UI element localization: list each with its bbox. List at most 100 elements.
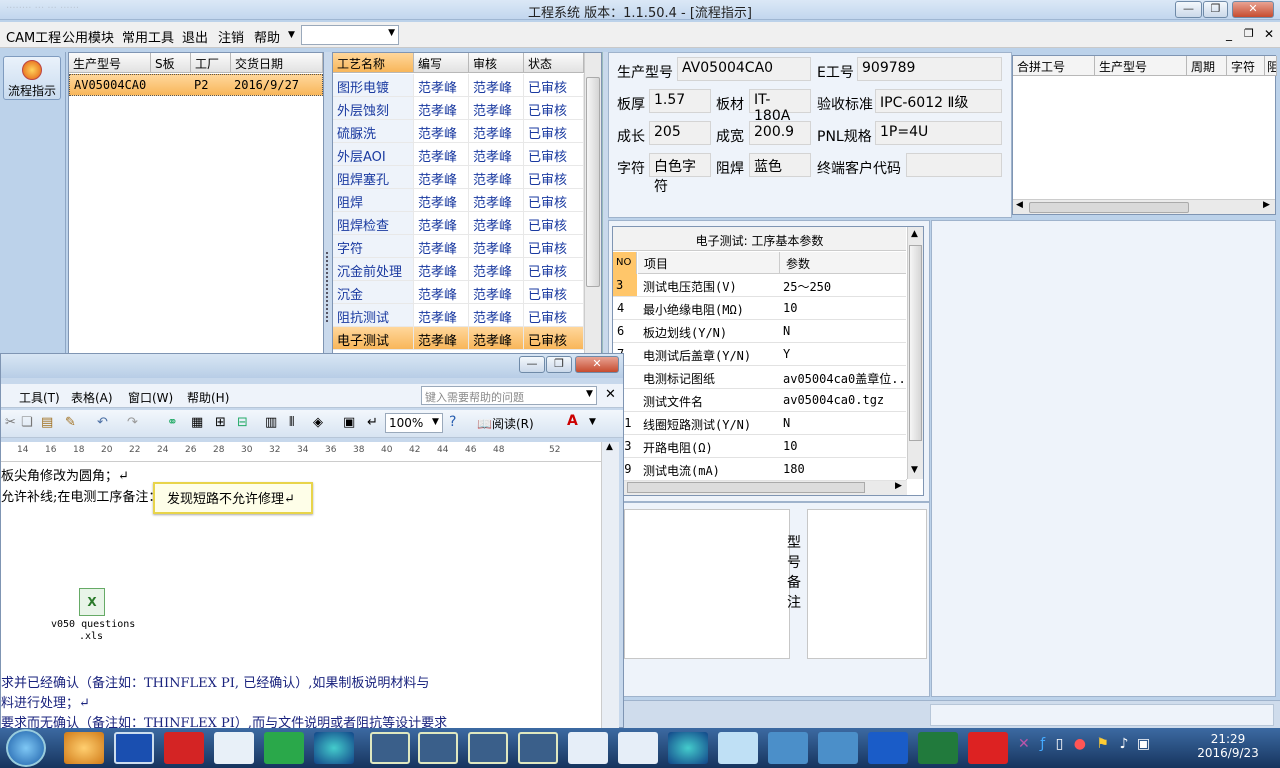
pnl-field[interactable]: 1P=4U [875, 121, 1002, 145]
process-cell-reviewer[interactable]: 范孝峰 [469, 281, 524, 304]
process-cell-writer[interactable]: 范孝峰 [414, 235, 469, 258]
menu-combo[interactable]: ▼ [301, 25, 399, 45]
volume-icon[interactable]: ♪ [1119, 736, 1128, 752]
restore-button[interactable]: ❐ [1203, 1, 1228, 18]
word-vscrollbar[interactable]: ▲ [601, 442, 619, 729]
p-app-icon[interactable] [264, 732, 304, 764]
tray-device-icon[interactable]: ▯ [1056, 736, 1064, 752]
copy-icon[interactable]: ❏ [21, 415, 33, 430]
merge-header-cycle[interactable]: 周期 [1187, 56, 1227, 76]
params-header-value[interactable]: 参数 [780, 252, 906, 274]
process-cell-reviewer[interactable]: 范孝峰 [469, 120, 524, 143]
chevron-down-icon[interactable]: ▼ [589, 417, 596, 427]
word-document[interactable]: 板尖角修改为圆角；↵ 允许补线;在电测工序备注： 发现短路不允许修理↵ X v0… [1, 462, 601, 731]
undo-icon[interactable]: ↶ [97, 415, 108, 430]
process-cell-reviewer[interactable]: 范孝峰 [469, 304, 524, 327]
word-help-search[interactable]: 键入需要帮助的问题 [421, 386, 597, 405]
material-field[interactable]: IT-180A [749, 89, 811, 124]
process-cell-status[interactable]: 已审核 [524, 143, 584, 166]
table-row[interactable]: 3 测试电压范围(V) 25～250 [613, 274, 906, 297]
excel-window-icon[interactable] [518, 732, 558, 764]
word-ruler[interactable]: 14 16 18 20 22 24 26 28 30 32 34 36 38 40 42 44 46 48 52 [1, 442, 601, 462]
process-cell-name[interactable]: 外层AOI [333, 143, 414, 166]
process-cell-name[interactable]: 阻焊检查 [333, 212, 414, 235]
process-cell-writer[interactable]: 范孝峰 [414, 143, 469, 166]
table-row[interactable]: 19 测试电流(mA) 180 [613, 458, 906, 481]
redo-icon[interactable]: ↷ [127, 415, 138, 430]
process-cell-writer[interactable]: 范孝峰 [414, 97, 469, 120]
process-cell-name[interactable]: 电子测试 [333, 327, 414, 350]
pdf-icon[interactable] [968, 732, 1008, 764]
close-icon[interactable]: ✕ [605, 387, 616, 402]
process-cell-reviewer[interactable]: 范孝峰 [469, 258, 524, 281]
merge-header-mask[interactable]: 阻焊 [1265, 56, 1277, 76]
table-row[interactable]: AV05004CA0 P2 2016/9/27 [69, 74, 323, 96]
document-map-icon[interactable]: ◈ [313, 415, 323, 430]
tray-flag-icon[interactable]: ⚑ [1096, 736, 1109, 752]
table-row[interactable]: 7电测试后盖章(Y/N)Y [613, 343, 906, 366]
merge-scroll-thumb[interactable] [1029, 202, 1189, 213]
process-cell-name[interactable]: 沉金 [333, 281, 414, 304]
process-header-writer[interactable]: 编写 [414, 53, 469, 73]
model-field[interactable]: AV05004CA0 [677, 57, 811, 81]
params-header-item[interactable]: 项目 [638, 252, 780, 274]
process-cell-status[interactable]: 已审核 [524, 281, 584, 304]
params-vscrollbar[interactable]: ▲ ▼ [907, 227, 923, 479]
process-cell-writer[interactable]: 范孝峰 [414, 304, 469, 327]
orders-header-factory[interactable]: 工厂 [191, 53, 231, 73]
params-hscrollbar[interactable]: ◀ ▶ [613, 479, 907, 495]
process-cell-status[interactable]: 已审核 [524, 258, 584, 281]
merge-header-model[interactable]: 生产型号 [1095, 56, 1187, 76]
process-scrollbar[interactable] [584, 53, 601, 353]
tables-borders-icon[interactable]: ▦ [191, 415, 203, 430]
chevron-down-icon[interactable]: ▼ [586, 389, 593, 399]
minimize-button[interactable]: — [1175, 1, 1202, 18]
insert-excel-icon[interactable]: ⊟ [237, 415, 248, 430]
columns-icon[interactable]: ▥ [265, 415, 277, 430]
params-hscroll-thumb[interactable] [627, 482, 865, 493]
help-icon[interactable]: ? [449, 414, 456, 430]
process-cell-writer[interactable]: 范孝峰 [414, 74, 469, 97]
word-menu-table[interactable]: 表格(A) [71, 389, 113, 406]
process-cell-writer[interactable]: 范孝峰 [414, 327, 469, 350]
insert-table-icon[interactable]: ⊞ [215, 415, 226, 430]
process-cell-writer[interactable]: 范孝峰 [414, 189, 469, 212]
process-cell-name[interactable]: 图形电镀 [333, 74, 414, 97]
menu-common-module[interactable]: 公用模块 [62, 27, 114, 46]
g-app-icon[interactable] [164, 732, 204, 764]
process-cell-writer[interactable]: 范孝峰 [414, 281, 469, 304]
process-cell-name[interactable]: 阻抗测试 [333, 304, 414, 327]
process-cell-writer[interactable]: 范孝峰 [414, 258, 469, 281]
word-minimize-button[interactable]: — [519, 356, 545, 373]
menu-cam[interactable]: CAM工程 [6, 27, 61, 46]
paste-icon[interactable]: ▤ [41, 415, 53, 430]
width-field[interactable]: 200.9 [749, 121, 811, 145]
word-restore-button[interactable]: ❐ [546, 356, 572, 373]
table-row[interactable]: 11 线圈短路测试(Y/N) N [613, 412, 906, 435]
word-menu-tools[interactable]: 工具(T) [19, 389, 60, 406]
process-header-reviewer[interactable]: 审核 [469, 53, 524, 73]
table-row[interactable]: 8电测标记图纸av05004ca0盖章位.. [613, 366, 906, 389]
close-button[interactable]: ✕ [1232, 1, 1274, 18]
params-scroll-thumb[interactable] [909, 245, 922, 441]
process-cell-status[interactable]: 已审核 [524, 235, 584, 258]
process-cell-name[interactable]: 硫脲洗 [333, 120, 414, 143]
orders-header-model[interactable]: 生产型号 [69, 53, 151, 73]
network-icon[interactable]: ▣ [1137, 736, 1150, 752]
show-hide-icon[interactable]: ▣ [343, 415, 355, 430]
table-row[interactable]: 6 板边划线(Y/N) N [613, 320, 906, 343]
length-field[interactable]: 205 [649, 121, 711, 145]
splitter[interactable] [324, 52, 332, 354]
format-painter-icon[interactable]: ✎ [65, 415, 76, 430]
process-scroll-thumb[interactable] [586, 77, 600, 287]
mask-field[interactable]: 蓝色 [749, 153, 811, 177]
tray-red-icon[interactable]: ● [1074, 736, 1086, 752]
process-cell-reviewer[interactable]: 范孝峰 [469, 189, 524, 212]
process-cell-status[interactable]: 已审核 [524, 120, 584, 143]
image-viewer-icon[interactable] [818, 732, 858, 764]
process-cell-writer[interactable]: 范孝峰 [414, 120, 469, 143]
hyperlink-icon[interactable]: ⚭ [167, 415, 178, 430]
process-cell-reviewer[interactable]: 范孝峰 [469, 74, 524, 97]
menu-exit[interactable]: 退出 [182, 27, 208, 46]
word-menu-window[interactable]: 窗口(W) [128, 389, 173, 406]
